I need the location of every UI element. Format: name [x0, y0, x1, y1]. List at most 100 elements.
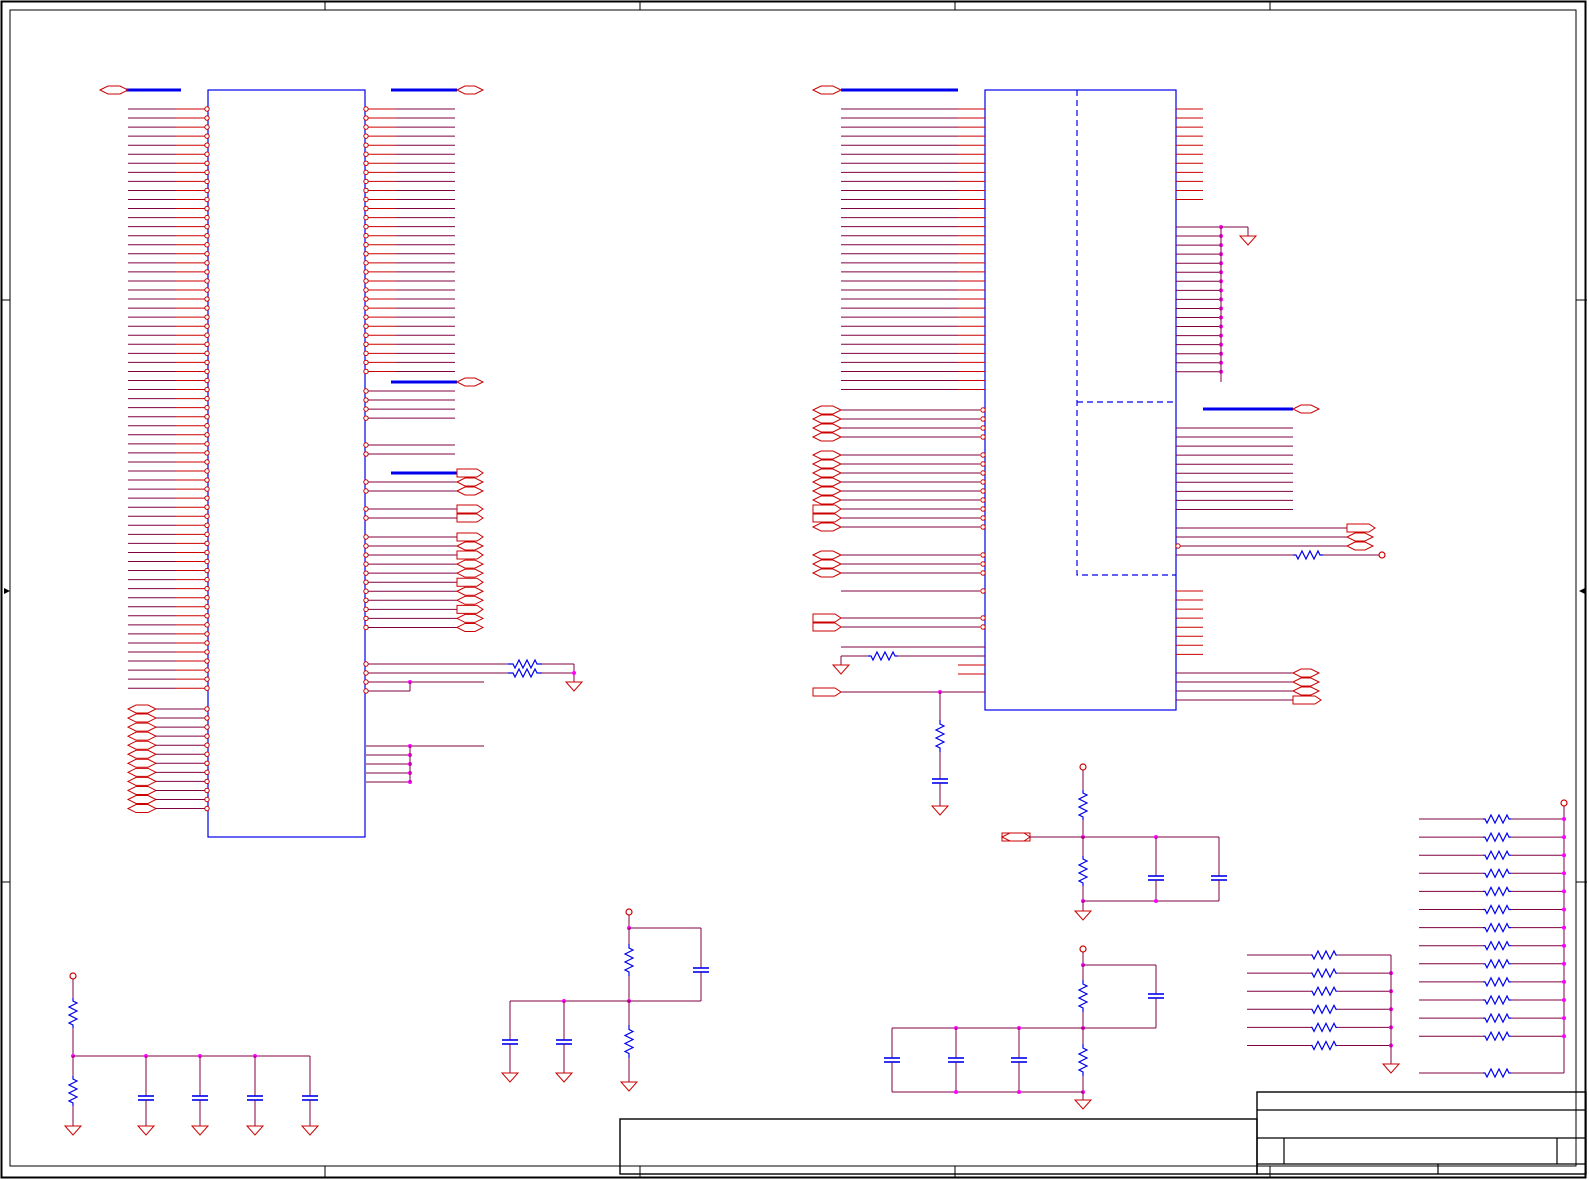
net-port	[126, 704, 158, 714]
net-port	[811, 468, 843, 478]
pin	[204, 631, 210, 637]
pin	[363, 142, 369, 148]
resistor	[1077, 1044, 1089, 1076]
net-port	[811, 405, 843, 415]
power-symbol	[625, 908, 633, 916]
pin	[363, 606, 369, 613]
resistor	[1483, 849, 1511, 861]
pin	[204, 323, 210, 329]
net-port	[812, 687, 842, 697]
pin	[204, 751, 210, 757]
junction	[1562, 1016, 1566, 1021]
pin	[363, 178, 369, 185]
pin	[204, 133, 210, 139]
pin	[363, 269, 369, 275]
junction	[1562, 943, 1566, 948]
ground-symbol	[1238, 235, 1258, 246]
resistor	[1311, 1040, 1337, 1051]
title-block-frame	[1256, 1091, 1587, 1175]
pin	[980, 588, 986, 594]
title-block	[619, 1091, 1587, 1175]
net-port	[811, 423, 843, 433]
pin	[363, 233, 369, 239]
ground-symbol	[245, 1125, 265, 1136]
pin	[980, 452, 986, 458]
pin	[204, 769, 210, 776]
resistor	[67, 1076, 79, 1106]
pin	[204, 314, 210, 320]
pin	[204, 386, 210, 393]
pin	[363, 515, 369, 521]
pin	[980, 425, 986, 431]
ground-symbol	[564, 681, 584, 692]
pin	[204, 760, 210, 766]
power-symbol	[1378, 551, 1386, 559]
pin	[204, 341, 210, 347]
resistor	[1483, 1030, 1511, 1042]
ground-symbol	[1381, 1063, 1401, 1074]
junction	[1562, 817, 1566, 821]
junction	[1154, 899, 1158, 903]
net-port	[126, 795, 158, 804]
junction	[1562, 979, 1566, 984]
net-port	[455, 568, 485, 578]
pin	[363, 670, 369, 676]
pin	[204, 540, 210, 547]
pin	[204, 595, 210, 601]
pin	[363, 359, 369, 366]
junction	[572, 671, 576, 675]
resistor	[1483, 1012, 1511, 1024]
pin	[1175, 543, 1181, 549]
pin	[363, 406, 369, 412]
net-port	[455, 85, 485, 95]
pin	[204, 715, 210, 721]
pin	[204, 658, 210, 664]
net-port	[126, 749, 158, 759]
resistor	[1483, 831, 1511, 843]
junction	[1562, 853, 1566, 858]
pin	[363, 415, 369, 421]
resistor	[868, 650, 898, 662]
net-port	[455, 559, 485, 569]
resistor	[1483, 904, 1511, 915]
net-port	[1291, 686, 1321, 696]
pin	[980, 479, 986, 485]
net-port	[455, 477, 485, 487]
resistor	[1077, 856, 1089, 886]
pin	[363, 561, 369, 567]
ground-symbol	[831, 664, 851, 675]
ground-symbol	[190, 1125, 210, 1136]
pin	[204, 805, 210, 812]
ic-body	[207, 89, 366, 838]
pin	[204, 676, 210, 682]
net-port	[1345, 541, 1375, 551]
power-symbol	[69, 972, 77, 980]
pin	[980, 497, 986, 503]
pin	[204, 205, 210, 212]
pin	[204, 169, 210, 176]
pin	[363, 341, 369, 347]
ground-symbol	[619, 1081, 639, 1092]
pin	[980, 515, 986, 521]
resistor	[1311, 985, 1337, 997]
pin	[204, 567, 210, 574]
schematic-canvas	[0, 0, 1587, 1179]
pin	[204, 724, 210, 730]
net-port	[1346, 523, 1376, 533]
pin	[204, 513, 210, 519]
pin	[204, 251, 210, 257]
net-port	[812, 613, 842, 623]
resistor	[1077, 980, 1089, 1012]
net-port	[1291, 404, 1321, 414]
pin	[204, 649, 210, 655]
pin	[363, 160, 369, 167]
net-port	[455, 622, 485, 632]
pin	[204, 278, 210, 284]
junction	[1562, 925, 1566, 930]
net-port	[1292, 695, 1322, 705]
pin	[204, 733, 210, 739]
pin	[363, 615, 369, 622]
junction	[1562, 907, 1566, 912]
pin	[204, 151, 210, 157]
pin	[204, 423, 210, 429]
